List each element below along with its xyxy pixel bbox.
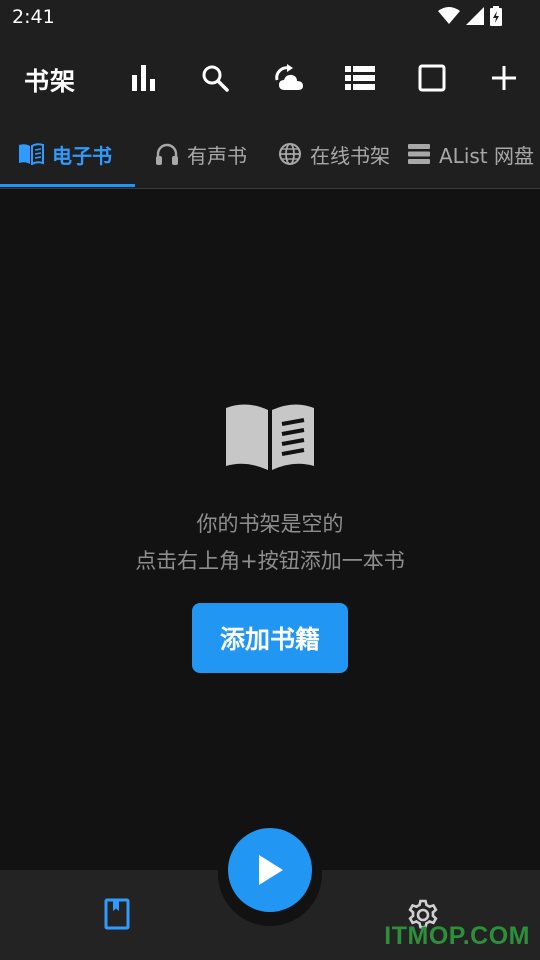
- empty-book-icon: [224, 402, 316, 476]
- book-open-icon: [19, 143, 44, 165]
- status-time: 2:41: [12, 6, 55, 28]
- sync-cloud-icon: [275, 64, 303, 90]
- add-icon: [492, 66, 516, 90]
- search-icon: [202, 65, 229, 92]
- statistics-button[interactable]: [126, 60, 162, 96]
- globe-icon: [279, 143, 301, 165]
- headphones-icon: [156, 143, 178, 165]
- tab-online-shelf[interactable]: 在线书架: [278, 120, 390, 188]
- list-view-button[interactable]: [342, 60, 378, 96]
- signal-icon: [466, 7, 484, 25]
- battery-icon: [490, 6, 502, 26]
- status-icons: [438, 6, 502, 26]
- play-icon: [259, 855, 283, 885]
- wifi-icon: [438, 7, 460, 24]
- tab-label: 电子书: [52, 143, 112, 168]
- watermark: ITMOP.COM: [384, 922, 530, 950]
- play-button[interactable]: [228, 828, 312, 912]
- search-button[interactable]: [197, 60, 233, 96]
- sync-button[interactable]: [272, 60, 308, 96]
- server-icon: [408, 144, 430, 164]
- empty-hint: 点击右上角+按钮添加一本书: [135, 549, 405, 573]
- page-title: 书架: [24, 67, 77, 96]
- select-mode-button[interactable]: [414, 60, 450, 96]
- tab-alist[interactable]: AList 网盘: [407, 120, 534, 188]
- tab-ebook[interactable]: 电子书: [18, 120, 112, 188]
- empty-message: 你的书架是空的: [196, 512, 344, 536]
- tab-indicator: [0, 184, 135, 187]
- add-button[interactable]: [486, 60, 522, 96]
- tab-label: 在线书架: [310, 143, 390, 168]
- select-square-icon: [418, 64, 446, 92]
- bar-chart-icon: [132, 65, 155, 91]
- tab-label: 有声书: [187, 143, 247, 168]
- app-bar: 书架: [0, 36, 540, 120]
- bookshelf-icon: [104, 898, 130, 930]
- tab-bar: 电子书 有声书 在线书架 AList 网盘: [0, 120, 540, 189]
- tab-label: AList 网盘: [439, 143, 534, 168]
- nav-bookshelf[interactable]: [102, 898, 132, 934]
- tab-audiobook[interactable]: 有声书: [155, 120, 247, 188]
- list-view-icon: [345, 66, 375, 90]
- status-bar: 2:41: [0, 0, 540, 36]
- add-book-button[interactable]: 添加书籍: [192, 603, 348, 673]
